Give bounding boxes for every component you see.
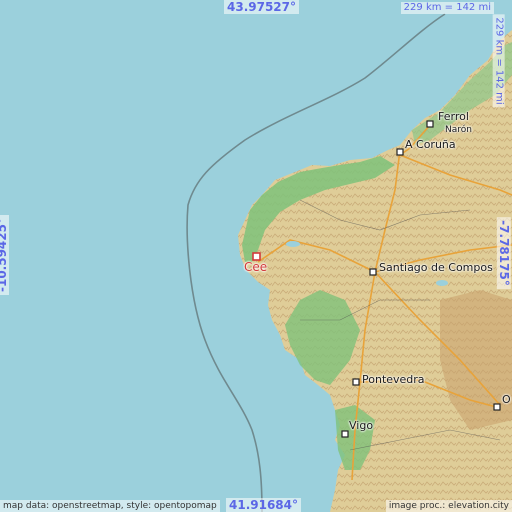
- city-label-naron: Narón: [445, 125, 472, 135]
- reservoir: [286, 241, 300, 247]
- attribution-right: image proc.: elevation.city: [385, 500, 512, 512]
- coord-east: -7.78175°: [496, 217, 511, 289]
- coord-west: -10.59425°: [0, 215, 9, 295]
- city-label-vigo: Vigo: [349, 419, 374, 432]
- lake: [436, 280, 448, 286]
- city-label-pontevedra: Pontevedra: [362, 373, 425, 386]
- map-view[interactable]: 43.97527° 41.91684° -10.59425° -7.78175°…: [0, 0, 512, 512]
- cee-marker: [252, 252, 261, 261]
- city-label-ferrol: Ferrol: [438, 110, 469, 123]
- city-label-o: O: [502, 393, 511, 406]
- city-label-santiago: Santiago de Compos: [379, 261, 493, 274]
- coord-south: 41.91684°: [226, 498, 302, 512]
- city-label-a-coruna: A Coruña: [405, 138, 456, 151]
- map-terrain: [0, 0, 512, 512]
- attribution-left: map data: openstreetmap, style: opentopo…: [0, 500, 220, 512]
- scale-horizontal: 229 km = 142 mi: [400, 2, 494, 14]
- scale-vertical: 229 km = 142 mi: [492, 14, 505, 108]
- city-label-cee: Cee: [244, 260, 268, 274]
- coord-north: 43.97527°: [224, 0, 300, 14]
